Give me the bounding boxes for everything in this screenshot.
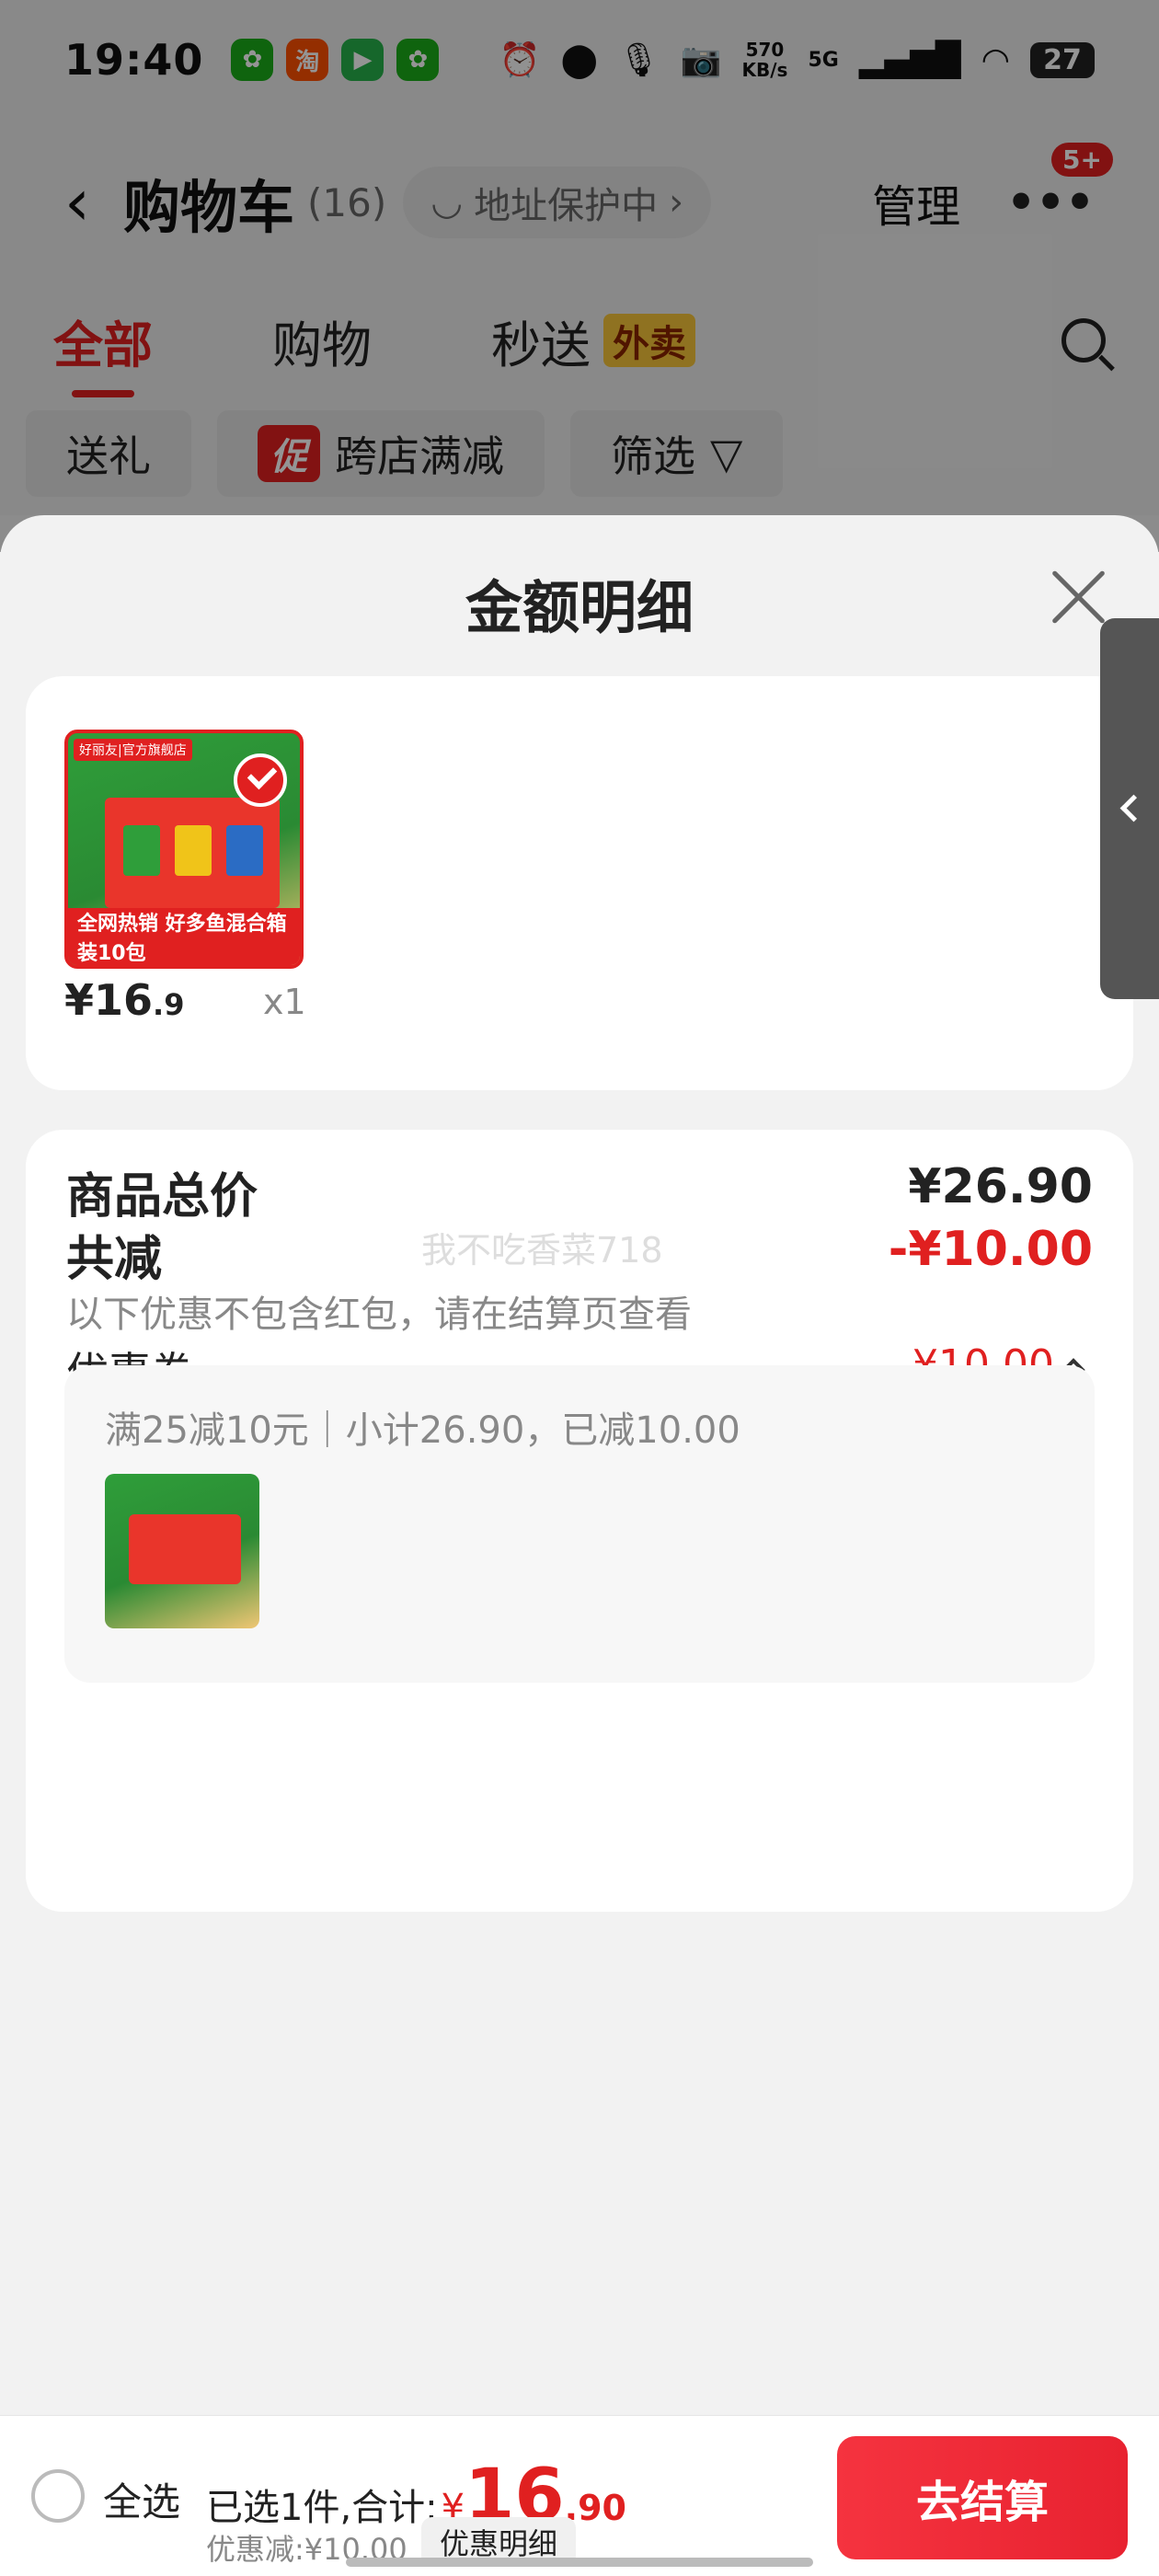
coupon-detail-box: 满25减10元｜小计26.90，已减10.00 — [64, 1365, 1095, 1683]
select-all-checkbox[interactable] — [31, 2469, 85, 2523]
product-image[interactable]: 好丽友|官方旗舰店 全网热销 好多鱼混合箱装10包 — [64, 730, 304, 969]
sheet-title: 金额明细 — [465, 574, 694, 641]
product-price-int: ¥16 — [64, 975, 154, 1025]
discount-note: 以下优惠不包含红包，请在结算页查看 — [66, 1294, 692, 1336]
coupon-description: 满25减10元｜小计26.90，已减10.00 — [105, 1409, 740, 1452]
amount-detail-sheet: 金额明细 好丽友|官方旗舰店 全网热销 好多鱼混合箱装10包 ¥16.9 x1 … — [0, 515, 1159, 2576]
side-drawer-handle[interactable] — [1100, 618, 1159, 999]
cart-page-background: 19:40 ✿ 淘 ▶ ✿ ⏰ ⬤ 🎙 📷 570 KB/s 5G ▂▄▆█ ◠… — [0, 0, 1159, 552]
total-reduction-label: 共减 — [66, 1232, 163, 1287]
checkout-bar: 全选 已选1件,合计: ¥ 16 .90 优惠减:¥10.00 优惠明细 去结算 — [0, 2415, 1159, 2576]
checkout-button[interactable]: 去结算 — [837, 2436, 1128, 2559]
product-price-decimal: .9 — [153, 987, 185, 1022]
price-summary-card: 我不吃香菜718 商品总价 ¥26.90 共减 -¥10.00 以下优惠不包含红… — [26, 1130, 1133, 1912]
product-quantity: x1 — [263, 982, 306, 1022]
total-price-label: 商品总价 — [66, 1169, 258, 1225]
watermark: 我不吃香菜718 — [421, 1230, 663, 1271]
selected-check-icon — [234, 753, 287, 807]
product-brand-label: 好丽友|官方旗舰店 — [74, 739, 192, 761]
select-all-label[interactable]: 全选 — [103, 2471, 180, 2527]
home-indicator[interactable] — [346, 2558, 813, 2567]
product-price: ¥16.9 — [64, 975, 184, 1025]
total-price-value: ¥26.90 — [908, 1159, 1093, 1214]
modal-overlay[interactable] — [0, 0, 1159, 552]
product-box-graphic — [105, 798, 280, 908]
product-card: 好丽友|官方旗舰店 全网热销 好多鱼混合箱装10包 ¥16.9 x1 — [26, 676, 1133, 1090]
product-box-graphic — [129, 1514, 241, 1584]
selected-count-text: 已选1件,合计: — [206, 2487, 438, 2529]
close-icon[interactable] — [1050, 569, 1106, 624]
product-banner: 全网热销 好多鱼混合箱装10包 — [68, 908, 300, 965]
total-reduction-value: -¥10.00 — [888, 1222, 1093, 1277]
coupon-product-image — [105, 1474, 259, 1628]
